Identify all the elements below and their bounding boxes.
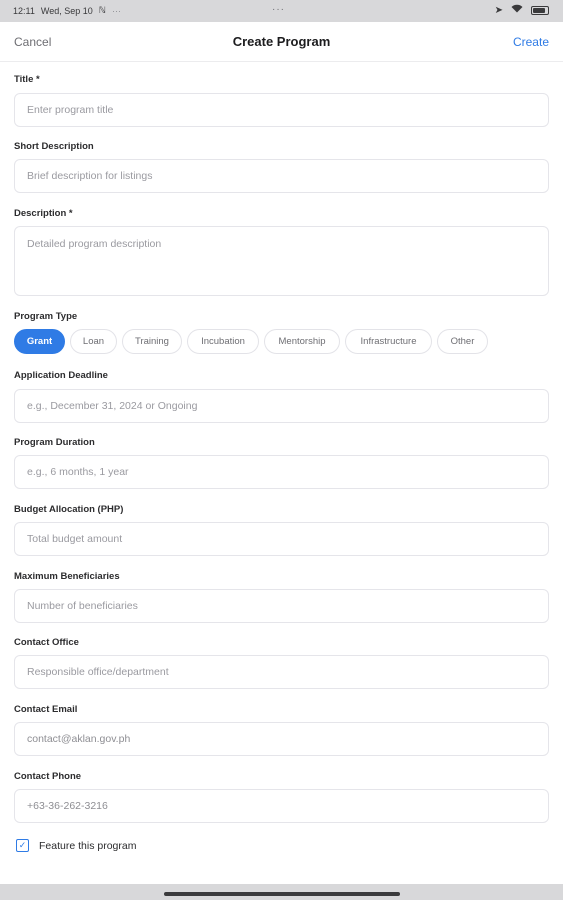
chip-incubation[interactable]: Incubation (187, 329, 259, 354)
chip-grant[interactable]: Grant (14, 329, 65, 354)
contact-office-input[interactable] (14, 655, 549, 689)
feature-program-row[interactable]: ✓ Feature this program (16, 839, 136, 852)
program-type-chips: Grant Loan Training Incubation Mentorshi… (14, 329, 488, 354)
chip-training[interactable]: Training (122, 329, 182, 354)
maximum-beneficiaries-input[interactable] (14, 589, 549, 623)
contact-phone-input[interactable] (14, 789, 549, 823)
short-description-input[interactable] (14, 159, 549, 193)
location-icon: ➤ (494, 4, 503, 16)
multitask-dots[interactable]: ··· (272, 4, 285, 15)
nfc-icon: ℕ (98, 5, 106, 15)
more-dots-icon: ··· (111, 5, 121, 16)
contact-email-input[interactable] (14, 722, 549, 756)
feature-checkbox-label: Feature this program (39, 839, 137, 852)
short-description-label: Short Description (14, 141, 94, 152)
chip-infrastructure[interactable]: Infrastructure (345, 329, 432, 354)
budget-allocation-label: Budget Allocation (PHP) (14, 504, 124, 515)
budget-allocation-input[interactable] (14, 522, 549, 556)
title-input[interactable] (14, 93, 549, 127)
status-date: Wed, Sep 10 (40, 5, 93, 16)
chip-other[interactable]: Other (437, 329, 488, 354)
contact-phone-label: Contact Phone (14, 771, 82, 782)
status-bar: 12:11 Wed, Sep 10 ℕ ··· ··· ➤ (0, 0, 563, 22)
home-indicator[interactable] (164, 892, 400, 896)
program-duration-label: Program Duration (14, 437, 95, 448)
battery-icon (531, 5, 549, 15)
maximum-beneficiaries-label: Maximum Beneficiaries (14, 571, 120, 582)
application-deadline-input[interactable] (14, 389, 549, 423)
description-label: Description * (14, 208, 73, 219)
description-textarea[interactable] (14, 226, 549, 296)
title-label: Title * (14, 74, 40, 85)
chip-mentorship[interactable]: Mentorship (264, 329, 340, 354)
nav-bar: Cancel Create Program Create (0, 22, 563, 62)
chip-loan[interactable]: Loan (70, 329, 117, 354)
contact-office-label: Contact Office (14, 637, 79, 648)
status-time: 12:11 (13, 5, 35, 16)
page-title: Create Program (232, 34, 331, 49)
wifi-icon (511, 4, 523, 16)
program-type-label: Program Type (14, 311, 78, 322)
contact-email-label: Contact Email (14, 704, 78, 715)
application-deadline-label: Application Deadline (14, 370, 108, 381)
program-duration-input[interactable] (14, 455, 549, 489)
create-button[interactable]: Create (513, 35, 549, 49)
checkmark-icon: ✓ (18, 840, 27, 850)
feature-checkbox[interactable]: ✓ (16, 839, 29, 852)
